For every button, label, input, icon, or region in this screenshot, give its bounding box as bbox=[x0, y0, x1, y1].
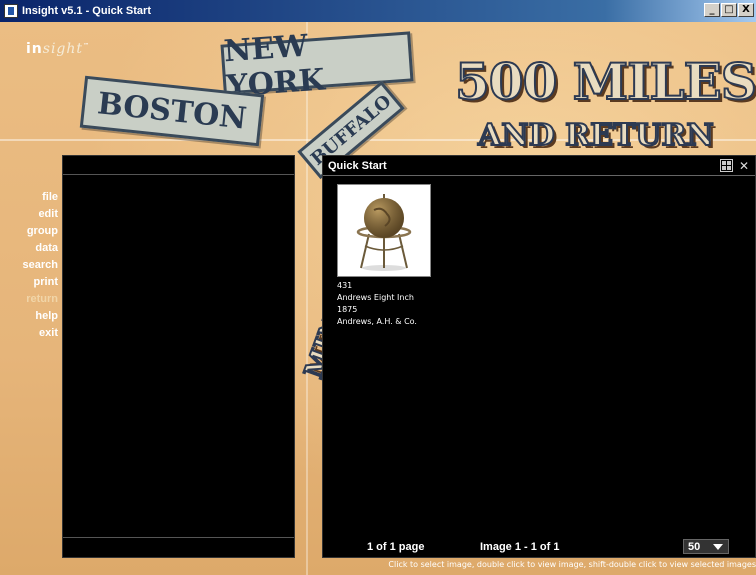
image-thumbnail[interactable] bbox=[337, 184, 431, 277]
quick-start-header: Quick Start bbox=[323, 156, 755, 176]
page-count: 1 of 1 page bbox=[367, 541, 425, 553]
globe-image bbox=[356, 193, 412, 271]
maximize-button[interactable]: □ bbox=[721, 3, 737, 17]
menu-item-print[interactable]: print bbox=[0, 274, 60, 291]
close-icon[interactable]: ✕ bbox=[739, 160, 749, 172]
chevron-down-icon bbox=[713, 544, 723, 550]
menu-item-data[interactable]: data bbox=[0, 240, 60, 257]
poster-fold-line bbox=[306, 22, 308, 575]
minimize-button[interactable]: _ bbox=[704, 3, 720, 17]
image-range: Image 1 - 1 of 1 bbox=[480, 541, 560, 553]
group-panel bbox=[62, 155, 295, 558]
image-title: Andrews Eight Inch bbox=[337, 293, 414, 302]
menu-item-group[interactable]: group bbox=[0, 223, 60, 240]
logo-trademark: ™ bbox=[83, 42, 91, 50]
menu-item-file[interactable]: file bbox=[0, 189, 60, 206]
logo-italic: sight bbox=[42, 41, 84, 57]
menu-item-search[interactable]: search bbox=[0, 257, 60, 274]
group-panel-header bbox=[63, 156, 294, 175]
image-id: 431 bbox=[337, 281, 353, 290]
quick-start-panel: Quick Start ✕ 431 Andrews Eight Inch 187… bbox=[322, 155, 756, 558]
image-metadata: 431 Andrews Eight Inch 1875 Andrews, A.H… bbox=[337, 280, 431, 328]
menu-item-edit[interactable]: edit bbox=[0, 206, 60, 223]
headline-500-miles: 500 MILES bbox=[454, 51, 756, 112]
image-creator: Andrews, A.H. & Co. bbox=[337, 317, 417, 326]
per-page-select[interactable]: 50 bbox=[683, 539, 729, 554]
main-menu: file edit group data search print return… bbox=[0, 189, 60, 342]
quick-start-title: Quick Start bbox=[328, 159, 387, 172]
menu-item-exit[interactable]: exit bbox=[0, 325, 60, 342]
app-logo: insight™ bbox=[26, 41, 90, 57]
window-titlebar: Insight v5.1 - Quick Start _ □ X bbox=[0, 0, 756, 22]
menu-item-return: return bbox=[26, 293, 58, 305]
image-thumbnail-card[interactable]: 431 Andrews Eight Inch 1875 Andrews, A.H… bbox=[337, 184, 431, 328]
menu-item-help[interactable]: help bbox=[0, 308, 60, 325]
quick-start-footer: 1 of 1 page Image 1 - 1 of 1 50 bbox=[323, 537, 755, 557]
window-title: Insight v5.1 - Quick Start bbox=[22, 5, 151, 17]
group-panel-footer bbox=[63, 537, 294, 557]
logo-prefix: in bbox=[26, 41, 43, 57]
close-button[interactable]: X bbox=[738, 3, 754, 17]
headline-and-return: AND RETURN bbox=[477, 117, 715, 154]
app-icon bbox=[4, 4, 18, 18]
per-page-value: 50 bbox=[688, 540, 701, 553]
status-hint: Click to select image, double click to v… bbox=[388, 560, 756, 569]
image-date: 1875 bbox=[337, 305, 358, 314]
quick-start-controls: ✕ bbox=[719, 159, 749, 172]
grid-view-icon[interactable] bbox=[719, 159, 733, 172]
window-controls: _ □ X bbox=[703, 3, 754, 17]
